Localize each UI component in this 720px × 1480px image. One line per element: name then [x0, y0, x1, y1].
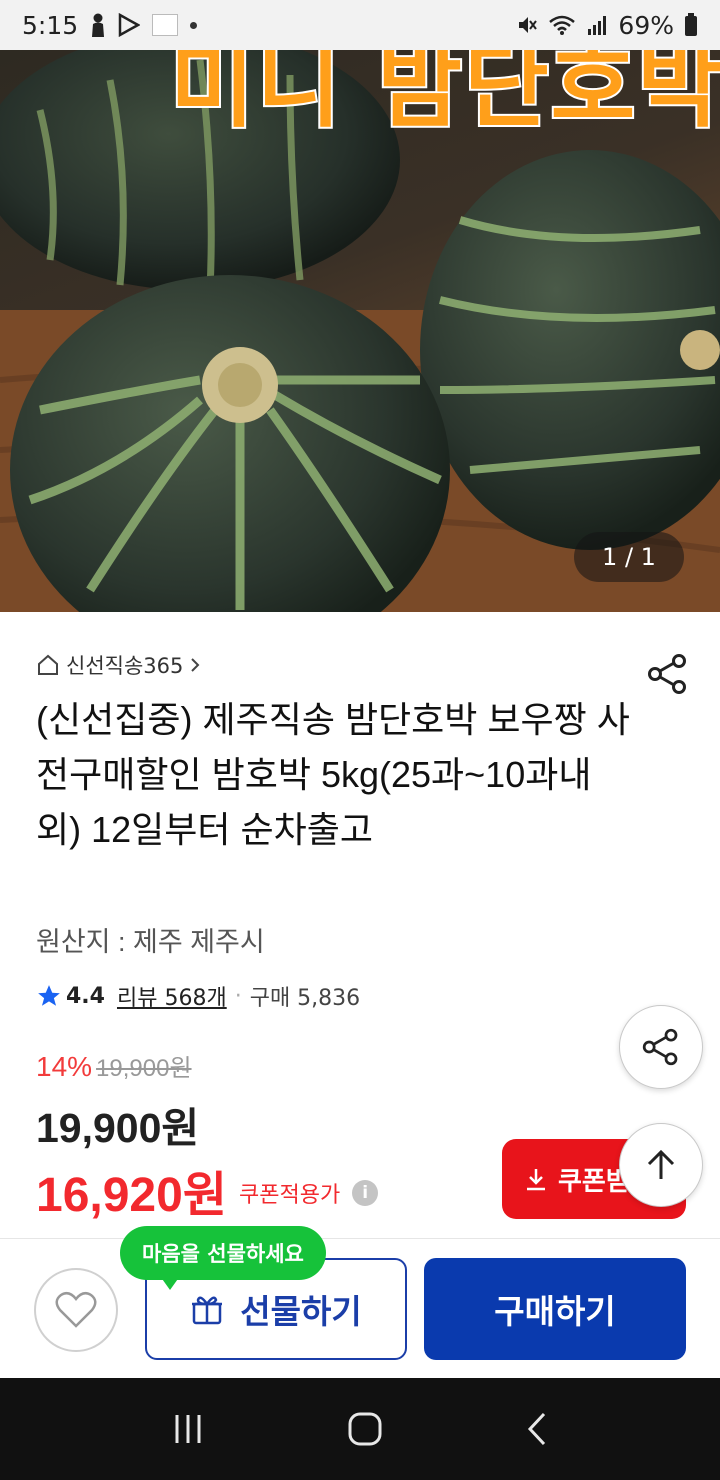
sale-price: 19,900원 [36, 1105, 200, 1151]
gift-tooltip-tail [160, 1276, 180, 1290]
gift-icon [192, 1296, 223, 1325]
gift-tooltip: 마음을 선물하세요 [120, 1226, 326, 1280]
arrow-up-icon [647, 1149, 675, 1179]
purchase-count: 구매 5,836 [249, 986, 361, 1011]
review-link[interactable]: 리뷰 568개 [117, 980, 227, 1012]
discount-rate: 14% [36, 1051, 93, 1082]
rating-value: 4.4 [66, 983, 105, 1009]
play-store-icon [118, 13, 141, 37]
person-icon [92, 13, 105, 37]
download-icon [527, 1169, 545, 1191]
home-icon [38, 654, 58, 675]
chevron-right-icon [191, 658, 200, 672]
battery-percent: 69% [618, 10, 674, 40]
share-icon [642, 1028, 678, 1066]
separator-dot: · [234, 983, 242, 1009]
coupon-price-row: 16,920원 쿠폰적용가 i [36, 1155, 379, 1225]
notification-dot-icon [190, 21, 198, 29]
back-icon[interactable] [525, 1411, 549, 1447]
product-origin: 원산지 : 제주 제주시 [36, 927, 265, 957]
battery-icon [685, 13, 697, 36]
original-price: 19,900원 [96, 1055, 192, 1082]
floating-share-button[interactable] [619, 1005, 703, 1089]
wishlist-button[interactable] [34, 1268, 118, 1352]
store-name: 신선직송365 [66, 654, 184, 678]
star-icon [38, 985, 60, 1006]
status-bar: 5:15 69% [0, 0, 720, 50]
status-time: 5:15 [22, 10, 79, 40]
recent-apps-icon[interactable] [171, 1412, 205, 1446]
product-image[interactable]: 미니 밤단호박 1 / 1 [0, 50, 720, 612]
scroll-to-top-button[interactable] [619, 1123, 703, 1207]
signal-icon [588, 16, 607, 35]
heart-icon [55, 1291, 97, 1328]
home-button-icon[interactable] [347, 1411, 383, 1447]
app-thumbnail-icon [152, 14, 179, 36]
coupon-applied-label: 쿠폰적용가 [238, 1183, 341, 1208]
store-breadcrumb[interactable]: 신선직송365 [36, 650, 201, 680]
banner-text: 미니 밤단호박 [168, 50, 720, 142]
info-icon[interactable]: i [352, 1180, 379, 1206]
product-title: (신선집중) 제주직송 밤단호박 보우짱 사전구매할인 밤호박 5kg(25과~… [36, 699, 630, 850]
mute-icon [519, 17, 538, 33]
discount-row: 14% 19,900원 [36, 1048, 192, 1083]
system-nav-bar [0, 1378, 720, 1480]
image-counter: 1 / 1 [574, 532, 684, 582]
coupon-price: 16,920원 [36, 1169, 227, 1222]
buy-button[interactable]: 구매하기 [424, 1258, 686, 1360]
gift-button-label: 선물하기 [240, 1292, 362, 1331]
rating-row: 4.4 리뷰 568개 · 구매 5,836 [36, 980, 360, 1012]
share-icon[interactable] [646, 652, 690, 696]
divider [0, 1238, 720, 1239]
wifi-icon [549, 15, 576, 35]
